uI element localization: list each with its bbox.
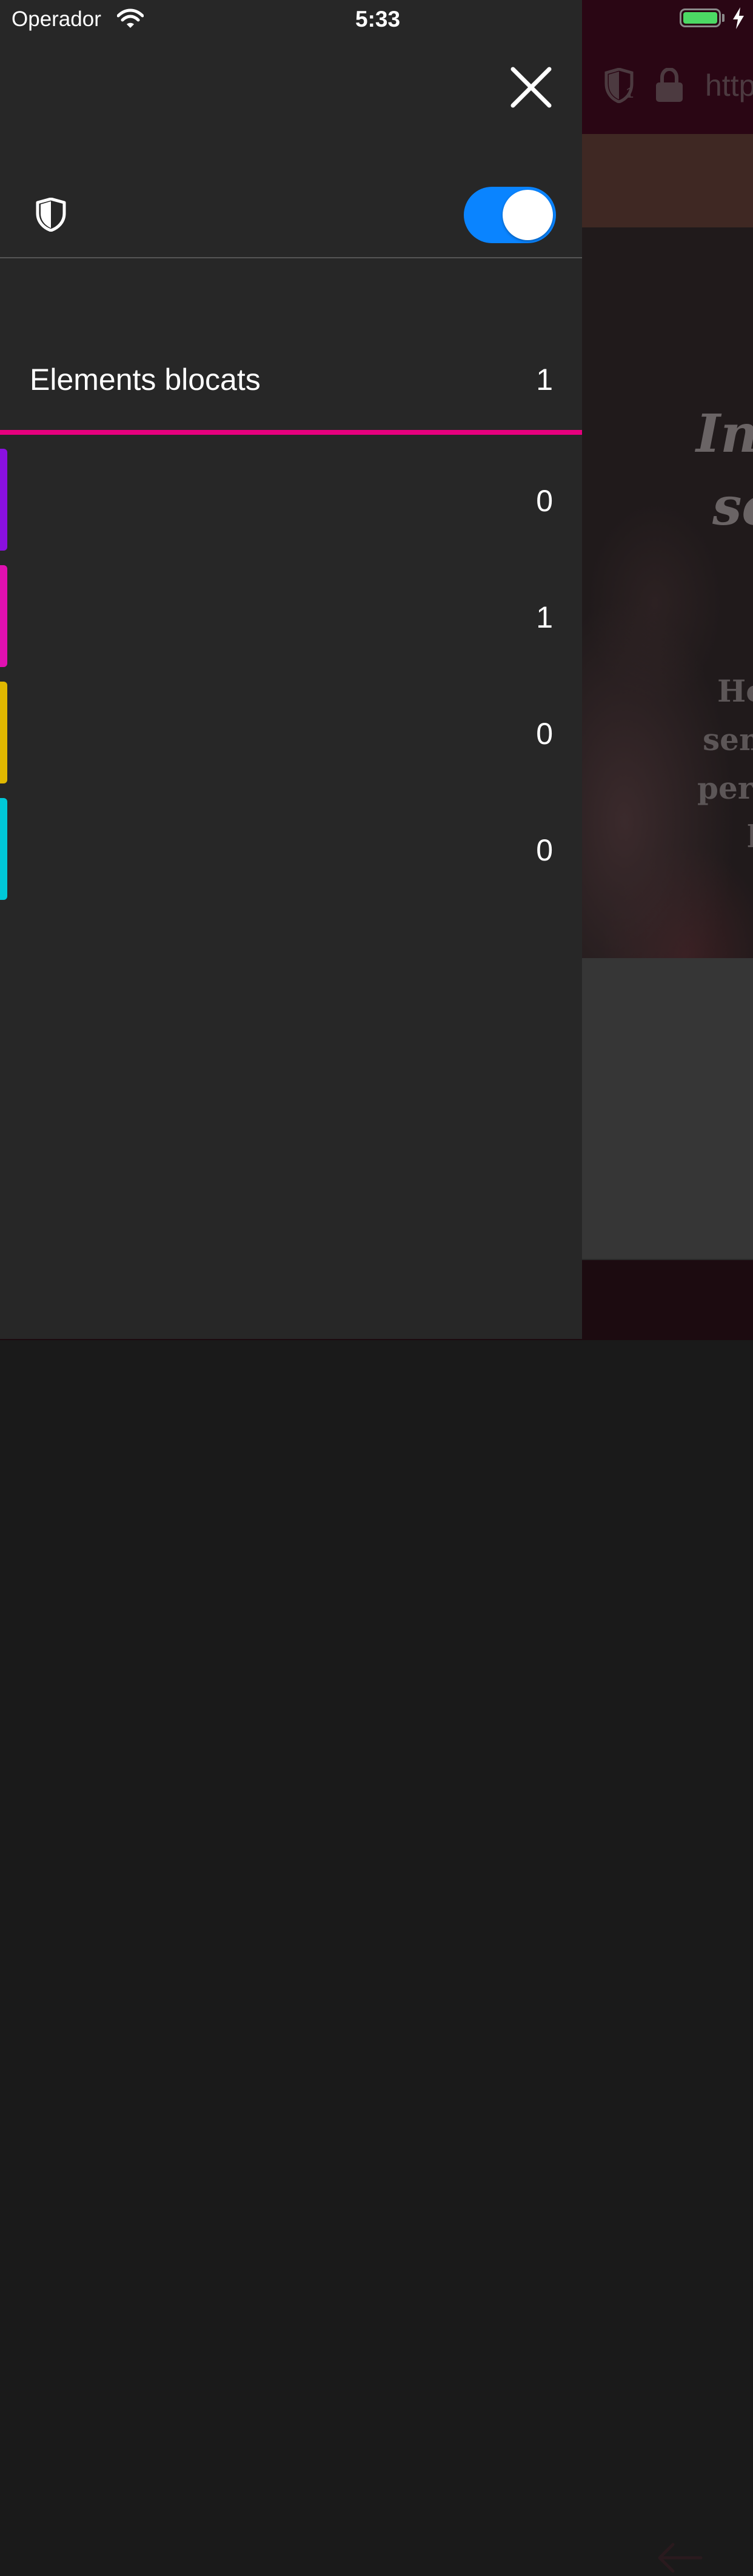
divider [0, 257, 582, 258]
protection-toggle[interactable] [464, 187, 556, 243]
hero-heading-line: Int [696, 403, 753, 465]
category-color-bar [0, 798, 7, 900]
category-row[interactable]: 0 [0, 682, 582, 783]
category-count: 0 [536, 833, 553, 867]
category-row[interactable]: 1 [0, 565, 582, 667]
status-bar: Operador 5:33 [0, 0, 753, 38]
shield-icon [36, 198, 66, 232]
close-icon[interactable] [509, 65, 553, 109]
back-arrow-icon[interactable] [655, 2540, 703, 2576]
tracking-protection-panel: Elements blocats 1 0 1 0 0 [0, 0, 582, 1339]
hero-text-line: l [747, 819, 753, 854]
lock-icon [656, 68, 683, 102]
hero-heading-line: se [712, 476, 753, 537]
url-text[interactable]: http [705, 68, 753, 103]
category-count: 1 [536, 600, 553, 634]
category-row[interactable]: 0 [0, 798, 582, 900]
category-count: 0 [536, 717, 553, 751]
shield-badge-count: 1 [626, 85, 634, 101]
category-row[interactable]: 0 [0, 449, 582, 551]
hero-text-line: Ho [717, 673, 753, 709]
category-color-bar [0, 565, 7, 667]
blocked-total-label: Elements blocats [30, 363, 261, 397]
blocked-total-count: 1 [536, 363, 553, 397]
hero-text-line: sen [703, 722, 753, 757]
toggle-knob [503, 190, 553, 240]
blocked-total-row[interactable]: Elements blocats 1 [0, 352, 582, 406]
status-time: 5:33 [355, 7, 401, 32]
battery-tip [722, 14, 725, 22]
category-count: 0 [536, 484, 553, 518]
hero-text-line: per [697, 770, 753, 806]
battery-level [683, 12, 717, 24]
blocked-total-underline [0, 430, 582, 435]
charging-bolt-icon [733, 7, 744, 29]
category-color-bar [0, 449, 7, 551]
wifi-icon [117, 8, 144, 28]
battery-icon [680, 8, 721, 27]
category-color-bar [0, 682, 7, 783]
carrier-name: Operador [12, 7, 101, 31]
